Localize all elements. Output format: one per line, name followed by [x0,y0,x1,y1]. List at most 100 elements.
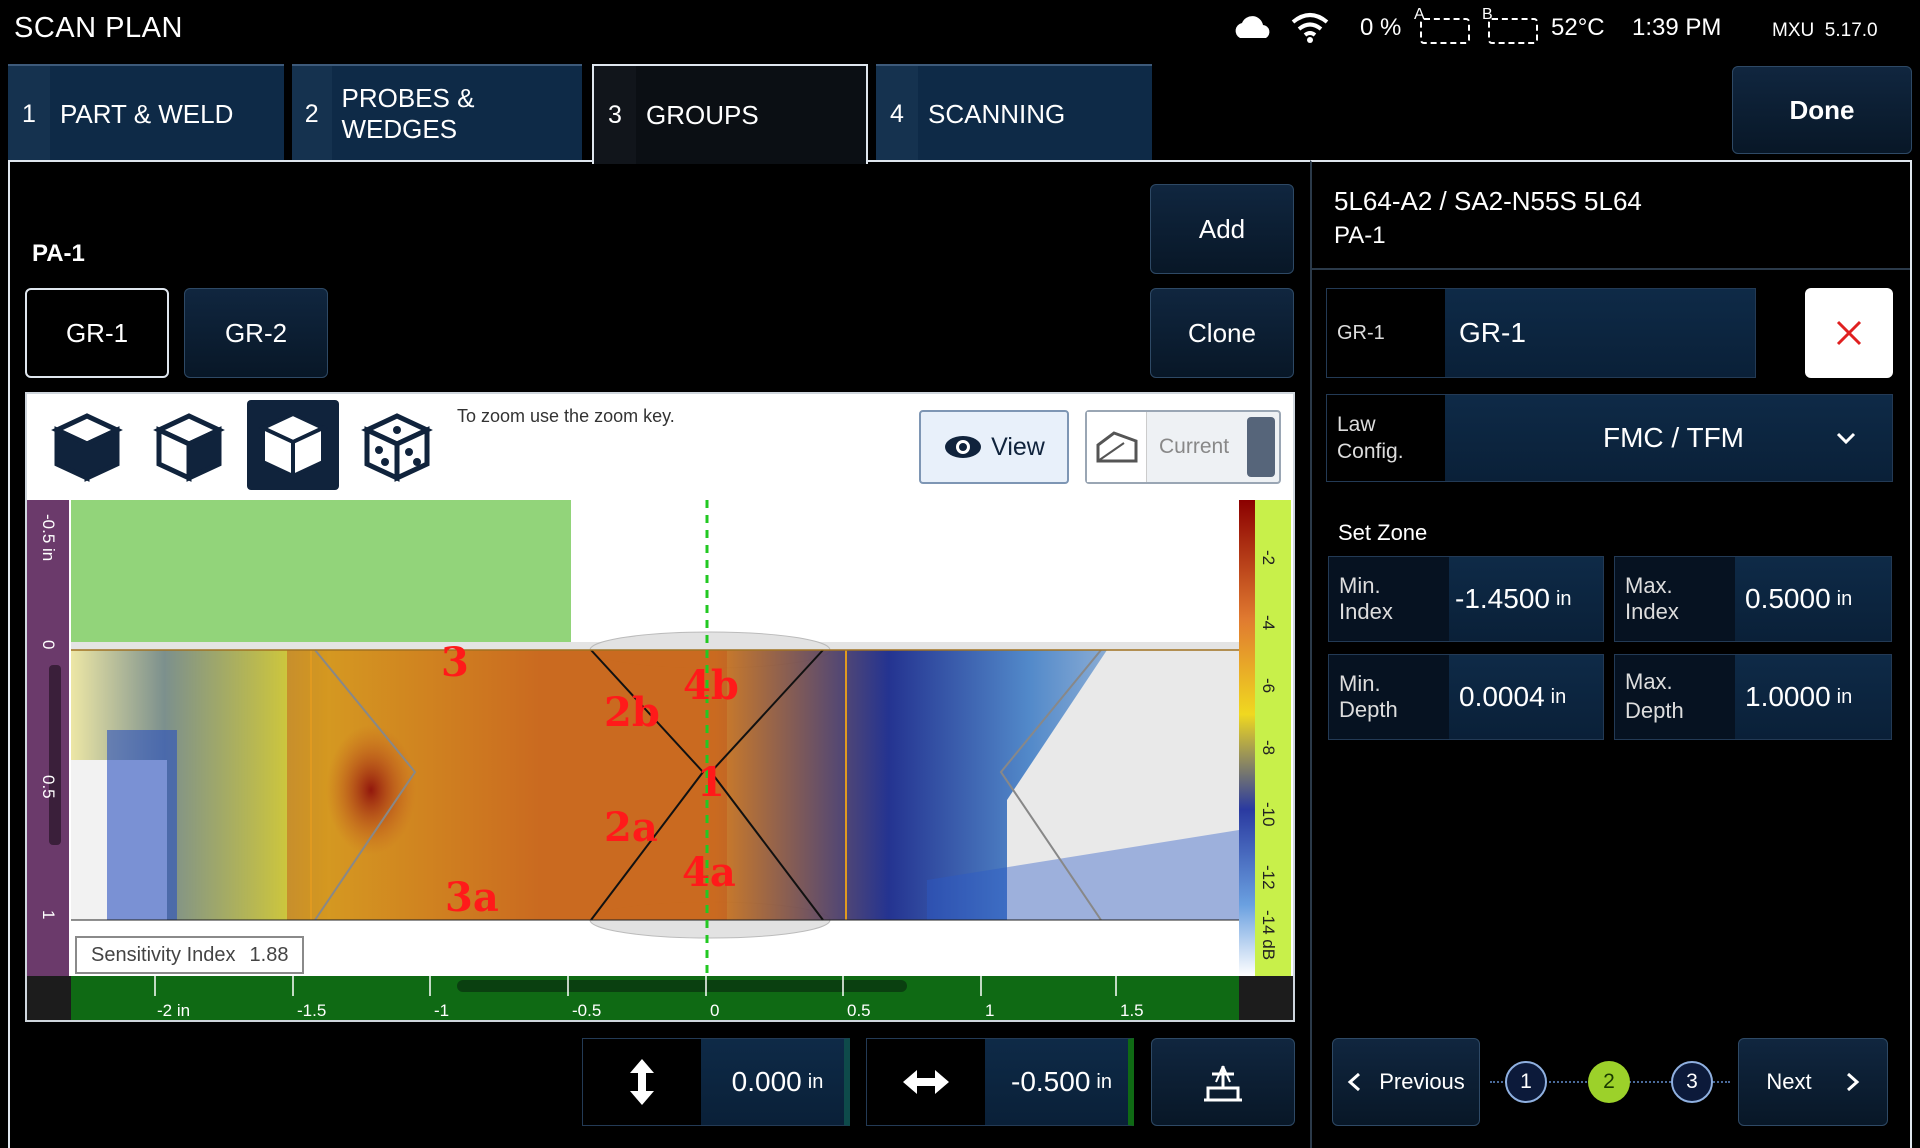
min-index-unit: in [1555,587,1572,610]
wifi-icon [1291,13,1329,43]
vertical-offset-value: 0.000 [731,1066,802,1097]
view-label: View [991,432,1045,461]
max-depth-key: Max. Depth [1615,655,1735,739]
y-tick: 0 [39,640,58,649]
db-tick: -14 dB [1259,910,1278,960]
sensitivity-index: Sensitivity Index 1.88 [75,936,305,974]
x-tick: -1 [434,1001,449,1020]
depth-ruler [27,500,69,976]
tab-label: PROBES & WEDGES [341,83,475,144]
tab-number: 4 [876,66,918,162]
step-3[interactable]: 3 [1671,1061,1713,1103]
tab-probes-wedges[interactable]: 2 PROBES & WEDGES [292,64,582,162]
group-button-gr2[interactable]: GR-2 [184,288,328,378]
step-1[interactable]: 1 [1505,1061,1547,1103]
probe-subtitle: PA-1 [1334,222,1386,249]
add-button[interactable]: Add [1150,184,1294,274]
cube-view-front-selected[interactable] [247,400,339,490]
min-index-key: Min. Index [1329,557,1449,641]
tab-part-weld[interactable]: 1 PART & WELD [8,64,284,162]
version: MXU 5.17.0 [1772,20,1878,41]
done-button[interactable]: Done [1732,66,1912,154]
tab-label: GROUPS [646,99,759,130]
db-colorbar [1239,500,1255,976]
max-depth-field[interactable]: Max. Depth 1.0000 in [1614,654,1892,740]
tab-number: 2 [292,66,332,162]
scan-plan-canvas[interactable]: To zoom use the zoom key. View Current -… [25,392,1295,1022]
law-config-key: Law Config. [1327,395,1445,481]
db-tick: -6 [1259,678,1278,693]
tab-number: 1 [8,66,50,162]
clone-button[interactable]: Clone [1150,288,1294,378]
probe-position-icon [1204,1065,1242,1102]
min-depth-field[interactable]: Min. Depth 0.0004 in [1328,654,1604,740]
cube-view-side-icon[interactable] [149,406,229,486]
delete-group-button[interactable] [1805,288,1893,378]
cube-view-wire-icon[interactable] [357,406,437,486]
tab-number: 3 [594,66,636,164]
current-toggle-knob [1247,417,1275,477]
step-2-active[interactable]: 2 [1588,1061,1630,1103]
db-tick: -8 [1259,740,1278,755]
zone-label-3a: 3a [445,874,499,921]
max-index-value: 0.5000 [1745,583,1831,614]
close-icon [1836,320,1862,346]
group-name-field[interactable]: GR-1 GR-1 [1326,288,1756,378]
previous-button[interactable]: Previous [1332,1038,1480,1126]
group-name-key: GR-1 [1327,289,1445,377]
x-tick: 0.5 [847,1001,871,1020]
tab-scanning[interactable]: 4 SCANNING [876,64,1152,162]
current-icon-box [1087,412,1147,482]
group-button-gr1[interactable]: GR-1 [25,288,169,378]
clock: 1:39 PM [1632,14,1722,41]
vertical-arrow-icon [630,1059,654,1105]
tab-groups[interactable]: 3 GROUPS [592,64,868,164]
zoom-hint: To zoom use the zoom key. [457,406,675,426]
x-tick: -2 in [157,1001,190,1020]
house-icon [1096,431,1137,463]
db-tick: -10 [1259,802,1278,827]
vertical-offset-field[interactable]: 0.000 in [582,1038,850,1126]
slot-a-icon [1420,18,1470,44]
min-depth-unit: in [1550,685,1567,708]
panel-divider [1312,268,1910,270]
probe-position-button[interactable] [1151,1038,1295,1126]
view-button[interactable]: View [919,410,1069,484]
x-tick: 1 [985,1001,994,1020]
zone-label-3: 3 [441,639,469,686]
vertical-offset-unit: in [807,1070,824,1093]
horizontal-offset-unit: in [1096,1070,1112,1093]
law-config-select[interactable]: Law Config. FMC / TFM [1326,394,1893,482]
zone-label-1: 1 [697,759,725,806]
min-depth-value: 0.0004 [1459,681,1545,712]
y-tick: 0.5 [39,775,58,799]
chevron-down-icon [1836,432,1856,445]
tab-label: PART & WELD [60,98,234,129]
max-depth-value: 1.0000 [1745,681,1831,712]
x-tick: 0 [710,1001,719,1020]
horizontal-offset-field[interactable]: -0.500 in [866,1038,1134,1126]
x-tick: -0.5 [572,1001,601,1020]
max-depth-unit: in [1836,685,1853,708]
zone-label-4b: 4b [683,662,739,709]
horizontal-arrow-box [867,1039,985,1125]
current-toggle[interactable]: Current [1085,410,1281,484]
y-tick: -0.5 in [39,514,58,561]
zone-label-2b: 2b [604,689,660,736]
max-index-field[interactable]: Max. Index 0.5000 in [1614,556,1892,642]
probe-wedge-shape [71,500,571,642]
current-label: Current [1159,435,1230,458]
pa-label: PA-1 [32,240,85,267]
next-label: Next [1766,1069,1812,1094]
min-index-field[interactable]: Min. Index -1.4500 in [1328,556,1604,642]
x-tick: 1.5 [1120,1001,1144,1020]
cube-front-icon [258,411,328,480]
zone-label-4a: 4a [682,849,736,896]
temperature: 52°C [1551,14,1605,41]
cube-view-3d-icon[interactable] [47,406,127,486]
law-config-value: FMC / TFM [1602,422,1744,453]
next-button[interactable]: Next [1738,1038,1888,1126]
min-depth-key: Min. Depth [1329,655,1449,739]
previous-label: Previous [1379,1069,1465,1094]
db-tick: -2 [1259,550,1278,565]
